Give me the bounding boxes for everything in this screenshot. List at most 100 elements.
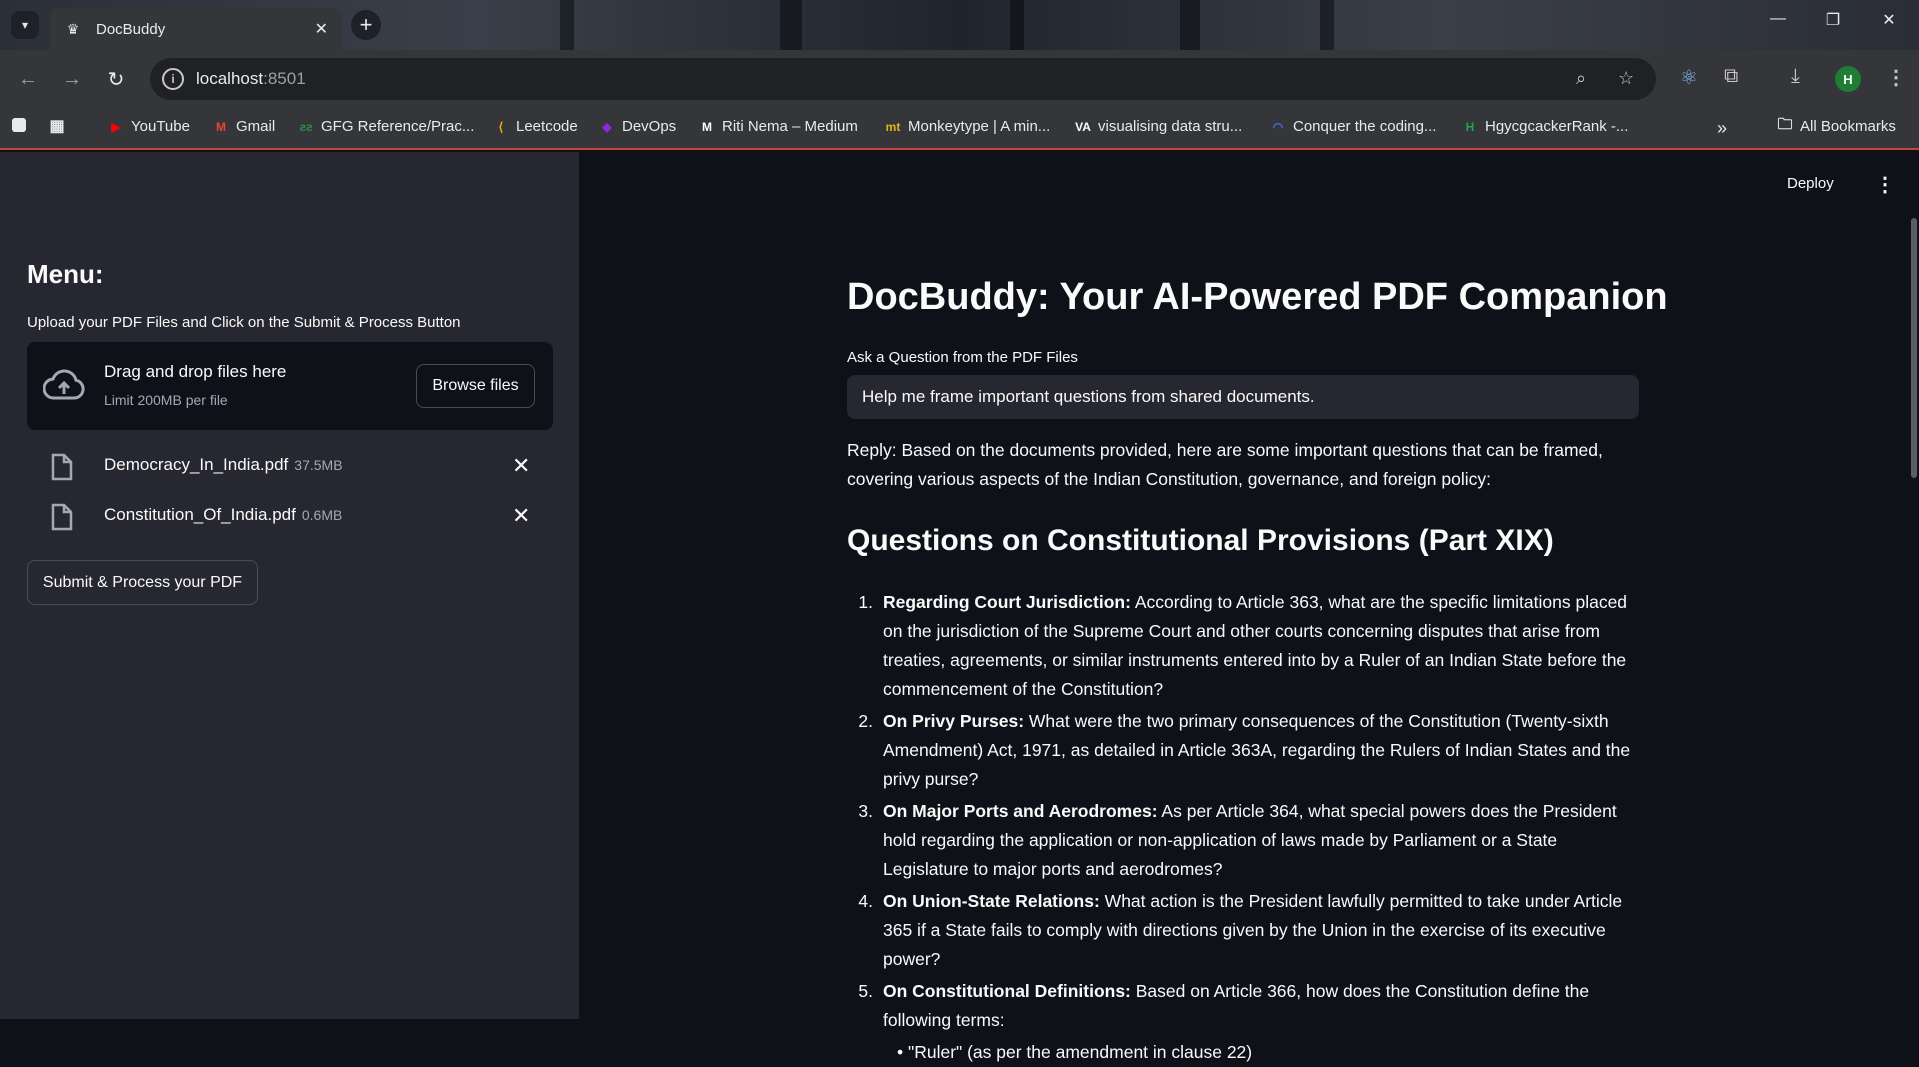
apps-grid-icon: ▦ xyxy=(49,118,65,135)
youtube-icon: ▶ xyxy=(111,119,121,134)
item-body: On Major Ports and Aerodromes: As per Ar… xyxy=(883,797,1639,884)
more-bookmarks-icon[interactable]: » xyxy=(1717,118,1727,139)
sub-item-text: "Ruler" (as per the amendment in clause … xyxy=(908,1042,1253,1062)
file-name: Democracy_In_India.pdf xyxy=(104,455,289,474)
item-title: On Major Ports and Aerodromes: xyxy=(883,801,1158,821)
cloud-upload-icon xyxy=(43,369,85,400)
item-body: On Constitutional Definitions: Based on … xyxy=(883,977,1639,1035)
bookmark-item[interactable]: ⟨ Leetcode xyxy=(492,118,578,135)
item-body: On Union-State Relations: What action is… xyxy=(883,887,1639,974)
main-menu-icon[interactable]: ⋮ xyxy=(1875,172,1895,197)
uploaded-file: Constitution_Of_India.pdf 0.6MB ✕ xyxy=(27,497,553,537)
browse-files-button[interactable]: Browse files xyxy=(416,364,535,408)
leetcode-icon: ⟨ xyxy=(498,119,504,134)
window-titlebar: ▾ ♛ DocBuddy ✕ + — ❐ ✕ xyxy=(0,0,1919,50)
file-name-row: Constitution_Of_India.pdf 0.6MB xyxy=(104,505,342,525)
deploy-button[interactable]: Deploy xyxy=(1787,175,1834,192)
close-tab-icon[interactable]: ✕ xyxy=(315,19,328,39)
reply-text: Reply: Based on the documents provided, … xyxy=(847,440,1603,489)
bookmark-item[interactable]: H HgycgcackerRank -... xyxy=(1461,118,1629,135)
item-title: Regarding Court Jurisdiction: xyxy=(883,592,1131,612)
bookmark-star-icon[interactable]: ☆ xyxy=(1618,68,1634,89)
section-heading: Questions on Constitutional Provisions (… xyxy=(847,524,1554,557)
bookmark-item[interactable]: VA visualising data stru... xyxy=(1074,118,1242,135)
list-item: 4. On Union-State Relations: What action… xyxy=(847,887,1639,974)
hackerrank-icon: H xyxy=(1465,119,1475,134)
submit-process-button[interactable]: Submit & Process your PDF xyxy=(27,560,258,605)
bookmark-label: Monkeytype | A min... xyxy=(908,118,1051,135)
questions-list: 1. Regarding Court Jurisdiction: Accordi… xyxy=(847,588,1639,1067)
file-dropzone[interactable]: Drag and drop files here Limit 200MB per… xyxy=(27,342,553,430)
address-bar[interactable]: i localhost:8501 ⌕ ☆ xyxy=(150,58,1656,100)
folder-icon: 🗀 xyxy=(1777,116,1793,133)
bookmark-item[interactable]: ƨƨ GFG Reference/Prac... xyxy=(297,118,474,135)
download-icon[interactable]: ⤓ xyxy=(1791,65,1800,88)
bookmark-grid[interactable]: ▦ xyxy=(48,118,72,135)
file-name-row: Democracy_In_India.pdf 37.5MB xyxy=(104,455,343,475)
forward-button[interactable]: → xyxy=(57,64,87,94)
item-number: 5. xyxy=(858,981,873,1001)
menu-title: Menu: xyxy=(27,259,104,289)
background-decoration xyxy=(560,0,574,50)
bookmark-item[interactable]: mt Monkeytype | A min... xyxy=(884,118,1051,135)
item-body: Regarding Court Jurisdiction: According … xyxy=(883,588,1639,704)
bookmark-label: Gmail xyxy=(236,118,276,135)
all-bookmarks-folder[interactable]: 🗀 All Bookmarks xyxy=(1776,116,1895,135)
item-number: 3. xyxy=(858,801,873,821)
new-tab-button[interactable]: + xyxy=(351,10,381,40)
reload-button[interactable]: ↻ xyxy=(101,64,131,94)
bookmark-label: Riti Nema – Medium xyxy=(722,118,858,135)
bookmark-item[interactable]: M Riti Nema – Medium xyxy=(698,118,858,135)
background-decoration xyxy=(1180,0,1200,50)
file-name: Constitution_Of_India.pdf xyxy=(104,505,296,524)
scrollbar[interactable] xyxy=(1911,218,1917,478)
visualgo-icon: VA xyxy=(1075,119,1091,134)
sidebar: Menu: Upload your PDF Files and Click on… xyxy=(0,152,579,1019)
profile-avatar[interactable]: H xyxy=(1835,66,1861,92)
list-item: 3. On Major Ports and Aerodromes: As per… xyxy=(847,797,1639,884)
react-devtools-icon[interactable]: ⚛ xyxy=(1680,65,1698,90)
tab-search-button[interactable]: ▾ xyxy=(11,11,39,39)
remove-file-icon[interactable]: ✕ xyxy=(512,503,530,529)
site-info-icon[interactable]: i xyxy=(162,68,184,90)
monkeytype-icon: mt xyxy=(885,119,901,134)
bookmark-item[interactable]: ◠ Conquer the coding... xyxy=(1269,118,1437,135)
item-title: On Constitutional Definitions: xyxy=(883,981,1131,1001)
bookmark-label: HgycgcackerRank -... xyxy=(1485,118,1629,135)
coding-icon: ◠ xyxy=(1272,119,1284,134)
file-icon xyxy=(51,453,73,481)
item-number: 2. xyxy=(858,711,873,731)
dropzone-limit: Limit 200MB per file xyxy=(104,392,228,408)
back-button[interactable]: ← xyxy=(13,64,43,94)
browser-tab[interactable]: ♛ DocBuddy ✕ xyxy=(50,8,342,50)
bookmark-item[interactable]: ▶ YouTube xyxy=(107,118,190,135)
question-input[interactable] xyxy=(847,375,1639,419)
bookmark-apps[interactable] xyxy=(12,118,32,132)
browser-menu-icon[interactable]: ⋮ xyxy=(1886,65,1906,90)
file-icon xyxy=(51,503,73,531)
extensions-icon[interactable]: ⧉ xyxy=(1724,65,1738,88)
remove-file-icon[interactable]: ✕ xyxy=(512,453,530,479)
zoom-icon[interactable]: ⌕ xyxy=(1576,68,1586,89)
minimize-button[interactable]: — xyxy=(1763,10,1793,28)
list-item: 2. On Privy Purses: What were the two pr… xyxy=(847,707,1639,794)
bookmark-label: Leetcode xyxy=(516,118,578,135)
gfg-icon: ƨƨ xyxy=(299,119,313,134)
list-item: 1. Regarding Court Jurisdiction: Accordi… xyxy=(847,588,1639,704)
tab-title: DocBuddy xyxy=(96,20,166,38)
dropzone-instructions: Drag and drop files here xyxy=(104,362,287,381)
browser-toolbar: ← → ↻ i localhost:8501 ⌕ ☆ ⚛ ⧉ ⤓ H ⋮ xyxy=(0,50,1919,108)
question-label: Ask a Question from the PDF Files xyxy=(847,349,1078,366)
uploaded-file: Democracy_In_India.pdf 37.5MB ✕ xyxy=(27,447,553,487)
file-size: 0.6MB xyxy=(301,507,343,523)
devops-icon: ◆ xyxy=(602,119,612,134)
restore-button[interactable]: ❐ xyxy=(1818,10,1848,30)
file-size: 37.5MB xyxy=(294,457,343,473)
item-title: On Union-State Relations: xyxy=(883,891,1100,911)
bookmark-label: DevOps xyxy=(622,118,677,135)
bookmark-label: Conquer the coding... xyxy=(1293,118,1437,135)
bookmark-item[interactable]: M Gmail xyxy=(212,118,275,135)
close-window-button[interactable]: ✕ xyxy=(1874,10,1904,30)
upload-label: Upload your PDF Files and Click on the S… xyxy=(27,314,461,331)
bookmark-item[interactable]: ◆ DevOps xyxy=(598,118,676,135)
